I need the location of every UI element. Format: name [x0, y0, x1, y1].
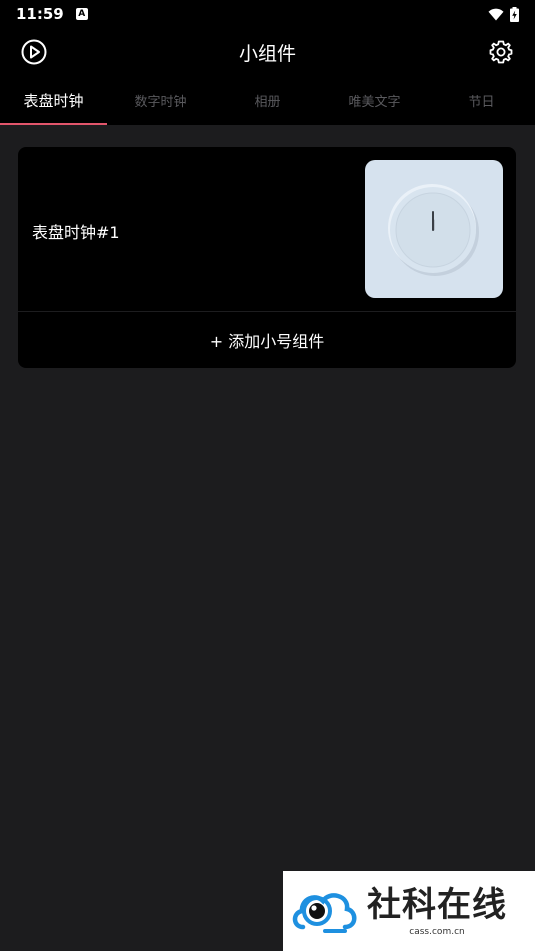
tab-dial-clock[interactable]: 表盘时钟 [0, 76, 107, 125]
tab-digital-clock[interactable]: 数字时钟 [107, 76, 214, 125]
app-bar: 小组件 [0, 28, 535, 76]
tab-beautiful-text[interactable]: 唯美文字 [321, 76, 428, 125]
watermark-url: cass.com.cn [409, 927, 465, 937]
page-title: 小组件 [238, 42, 296, 65]
notification-a-letter: A [78, 8, 86, 19]
play-circle-icon[interactable] [20, 38, 48, 66]
watermark-text: 社科在线 cass.com.cn [367, 885, 507, 937]
gear-icon[interactable] [489, 40, 513, 64]
wifi-icon [488, 8, 504, 20]
cloud-eye-logo-icon [292, 893, 357, 933]
tab-holiday[interactable]: 节日 [428, 76, 535, 125]
analog-clock-icon [388, 184, 479, 276]
tab-album[interactable]: 相册 [214, 76, 321, 125]
add-small-widget-button[interactable]: + 添加小号组件 [18, 312, 516, 367]
status-icons [488, 6, 519, 22]
widget-preview[interactable] [365, 160, 503, 298]
widget-card: 表盘时钟#1 + 添加小号组件 [18, 147, 516, 368]
widget-card-body[interactable]: 表盘时钟#1 [18, 147, 516, 312]
watermark-title: 社科在线 [367, 885, 507, 925]
battery-charging-icon [510, 6, 519, 22]
tab-bar: 表盘时钟 数字时钟 相册 唯美文字 节日 [0, 76, 535, 125]
status-bar: 11:59 A [0, 0, 535, 28]
widget-name: 表盘时钟#1 [32, 223, 120, 242]
notification-a-icon: A [75, 8, 88, 20]
watermark: 社科在线 cass.com.cn [283, 871, 535, 951]
status-time: 11:59 [16, 5, 64, 23]
